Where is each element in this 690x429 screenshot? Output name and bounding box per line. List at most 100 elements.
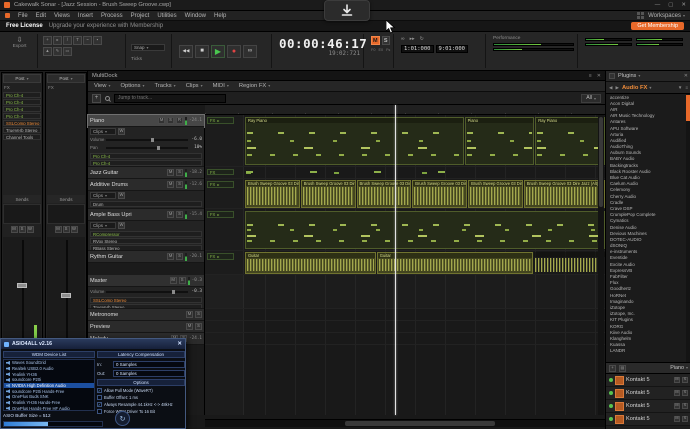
fx-bin-item[interactable]: Pro Ch-4 xyxy=(3,99,41,105)
audio-clip[interactable]: Brush Sweep Groove 03 Dire Jazz (Alt) xyxy=(524,180,605,208)
trackview-menu[interactable]: MIDI xyxy=(213,83,229,89)
play-button[interactable]: ▶ xyxy=(211,45,225,58)
fx-item[interactable]: RCompressor xyxy=(90,231,202,237)
workspace-grid-icon[interactable] xyxy=(637,12,644,19)
menu-item[interactable]: Project xyxy=(131,13,150,19)
stop-button[interactable]: ■ xyxy=(195,45,209,58)
fx-item[interactable]: Pro Ch-4 xyxy=(90,160,202,166)
volume-slider[interactable] xyxy=(106,139,188,141)
inspector-solo-button[interactable]: S xyxy=(63,226,70,233)
synth-solo-button[interactable]: S xyxy=(682,403,688,409)
add-synth-button[interactable]: + xyxy=(609,365,616,372)
audio-clip[interactable] xyxy=(534,252,605,274)
track-mute-button[interactable]: M xyxy=(170,277,177,284)
get-membership-button[interactable]: Get Membership xyxy=(631,22,684,30)
app-menu-icon[interactable] xyxy=(5,13,10,18)
lane-fx-chip[interactable]: FX▸ xyxy=(207,253,234,260)
add-track-button[interactable]: + xyxy=(92,94,101,103)
jazz-notes-region[interactable] xyxy=(245,168,485,177)
track-solo-button[interactable]: S xyxy=(176,169,183,176)
fader-handle[interactable] xyxy=(61,293,71,298)
power-led-icon[interactable] xyxy=(609,404,613,408)
jump-to-track-input[interactable] xyxy=(114,94,226,103)
browser-scroll-thumb[interactable] xyxy=(686,95,690,121)
power-led-icon[interactable] xyxy=(609,378,613,382)
erase-tool-button[interactable]: ▭ xyxy=(63,47,72,56)
menu-item[interactable]: Process xyxy=(101,13,123,19)
asio-option-row[interactable]: ✓ Allow Pull Mode (WaveRT) xyxy=(97,387,185,394)
fx-item[interactable]: RVox Stereo xyxy=(90,238,202,244)
audio-clip[interactable]: Guitar xyxy=(245,252,376,274)
track-mute-button[interactable]: M xyxy=(167,181,174,188)
synth-solo-button[interactable]: S xyxy=(682,377,688,383)
track-filter-dropdown[interactable]: All xyxy=(581,94,601,103)
asio-close-button[interactable]: ✕ xyxy=(177,341,182,347)
trackview-menu[interactable]: Tracks xyxy=(154,83,175,89)
horizontal-scroll-thumb[interactable] xyxy=(345,421,495,426)
fx-bin-item[interactable]: Pro Ch-4 xyxy=(3,113,41,119)
lane-piano[interactable]: FX▸ Ray Piano Piano xyxy=(205,115,605,167)
dock-close-icon[interactable]: ✕ xyxy=(597,73,601,79)
menu-item[interactable]: Views xyxy=(54,13,70,19)
wdm-device-item[interactable]: OnePlus Hands-Free HF Audio xyxy=(4,406,94,412)
inspector-mute-button[interactable]: M xyxy=(55,226,62,233)
track-mute-button[interactable]: M xyxy=(167,253,174,260)
export-module[interactable]: ⇩ Export xyxy=(2,34,38,68)
menu-item[interactable]: Help xyxy=(214,13,226,19)
synth-rack-row[interactable]: Kontakt 5 M S xyxy=(606,400,690,413)
lane-jazz-guitar[interactable]: FX xyxy=(205,167,605,179)
track-header-rythm-guitar[interactable]: Rythm Guitar M S -20.1 xyxy=(88,251,204,263)
edit-filter-dropdown[interactable]: Clips xyxy=(90,128,116,135)
synth-mute-button[interactable]: M xyxy=(674,416,680,422)
clips-pane[interactable]: FX▸ Ray Piano Piano xyxy=(205,115,605,415)
checkbox[interactable]: ✓ xyxy=(97,388,102,393)
inspector-preset-dropdown[interactable]: Post xyxy=(47,74,85,83)
fader-handle[interactable] xyxy=(17,283,27,288)
track-header-metronome[interactable]: Metronome M S xyxy=(88,309,204,321)
track-solo-button[interactable]: S xyxy=(195,323,202,330)
audio-clip[interactable]: Brush Sweep Groove 03 Dire (Jazz) xyxy=(301,180,356,208)
track-solo-button[interactable]: S xyxy=(179,277,186,284)
time-display-main[interactable]: 00:00:46:17 xyxy=(279,36,360,51)
checkbox[interactable]: ✓ xyxy=(97,402,102,407)
playhead[interactable] xyxy=(395,105,396,415)
edit-tool-button[interactable]: ✎ xyxy=(53,47,62,56)
menu-item[interactable]: Utilities xyxy=(157,13,176,19)
synth-rack-row[interactable]: Kontakt 5 M S xyxy=(606,374,690,387)
maximize-button[interactable]: ▢ xyxy=(668,2,673,8)
trackview-menu[interactable]: View xyxy=(94,83,110,89)
track-solo-button[interactable]: S xyxy=(176,181,183,188)
lane-fx-chip[interactable]: FX xyxy=(207,169,234,175)
loop-button[interactable]: ∞ xyxy=(243,45,257,58)
synth-mute-button[interactable]: M xyxy=(674,390,680,396)
track-header-ample-bass[interactable]: Ample Bass Upri M S -15.4 xyxy=(88,209,204,221)
track-mute-button[interactable]: M xyxy=(158,117,165,124)
edit-filter-dropdown[interactable]: Clips xyxy=(90,192,116,199)
synth-rack-row[interactable]: Kontakt 5 M S xyxy=(606,413,690,426)
plugin-vendor-item[interactable]: LANDR xyxy=(606,348,690,354)
track-mute-button[interactable]: M xyxy=(186,311,193,318)
fx-bin-item[interactable]: Pro Ch-4 xyxy=(3,92,41,98)
edit-filter-dropdown[interactable]: Clips xyxy=(90,222,116,229)
minimize-button[interactable]: — xyxy=(655,2,661,8)
asio-option-row[interactable]: ✓ Always Resample 44.1kHz <-> 48kHz xyxy=(97,401,185,408)
synth-solo-button[interactable]: S xyxy=(682,390,688,396)
loop-reset-icon[interactable]: ↻ xyxy=(420,36,424,42)
midi-clip[interactable]: Ray Piano xyxy=(245,117,464,165)
fx-item[interactable]: SSLComp Stereo xyxy=(90,297,202,303)
download-indicator[interactable] xyxy=(324,0,370,21)
rewind-button[interactable]: ◀◀ xyxy=(179,45,193,58)
sends-bin[interactable] xyxy=(47,204,85,224)
lane-additive-drums[interactable]: FX▸ Brush Sweep Groove 03 Dire (Jazz) Br… xyxy=(205,179,605,209)
track-header-jazz-guitar[interactable]: Jazz Guitar M S -18.2 xyxy=(88,167,204,179)
audio-clip[interactable]: Brush Sweep Groove 03 Dire (Jazz) xyxy=(357,180,412,208)
power-led-icon[interactable] xyxy=(609,391,613,395)
dock-menu-icon[interactable]: ≡ xyxy=(589,73,592,79)
track-header-master[interactable]: Master M S -0.3 xyxy=(88,275,204,287)
audio-clip[interactable]: Brush Sweep Groove 03 Dire (Jazz) xyxy=(412,180,467,208)
trackview-menu[interactable]: Clips xyxy=(186,83,203,89)
tool-button[interactable]: ▪ xyxy=(93,36,102,45)
snap-button[interactable]: Snap xyxy=(131,44,165,51)
lane-melody[interactable] xyxy=(205,333,605,345)
loop-end-field[interactable]: 9:01:000 xyxy=(436,45,469,53)
